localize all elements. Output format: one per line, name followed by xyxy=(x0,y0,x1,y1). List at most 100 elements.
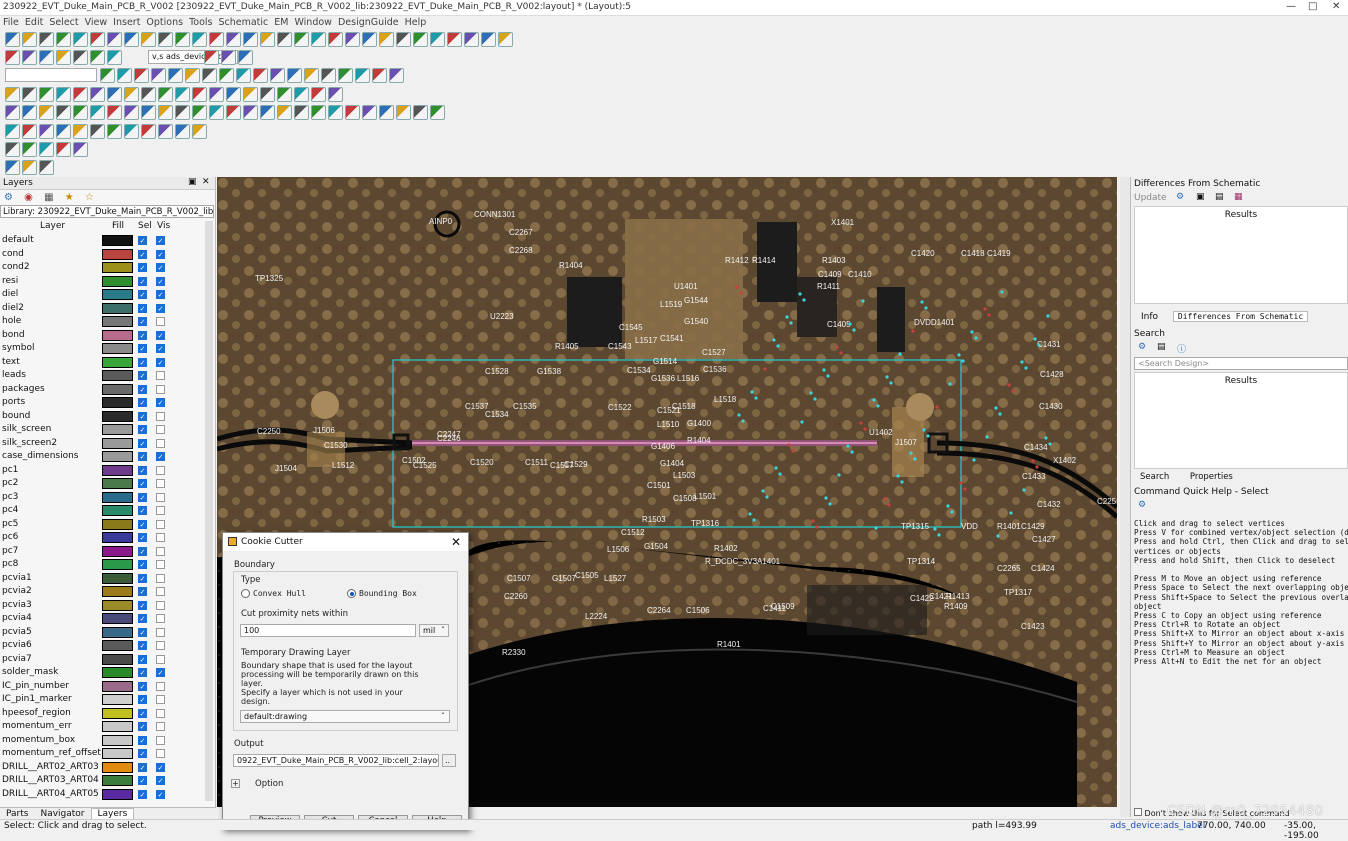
layer-fill-swatch[interactable] xyxy=(102,559,133,570)
layer-vis-checkbox[interactable] xyxy=(156,546,165,556)
layer-sel-checkbox[interactable]: ✓ xyxy=(138,708,147,718)
layer-row[interactable]: pc7 ✓ xyxy=(0,545,205,559)
layer-fill-swatch[interactable] xyxy=(102,437,133,449)
toolbar-tool-icon[interactable] xyxy=(355,68,370,83)
toolbar-tool-icon[interactable] xyxy=(5,32,20,47)
toolbar-tool-icon[interactable] xyxy=(90,105,105,120)
layer-fill-swatch[interactable] xyxy=(102,586,133,597)
layer-sel-checkbox[interactable]: ✓ xyxy=(138,614,147,623)
layer-vis-checkbox[interactable]: ✓ xyxy=(156,776,165,785)
library-select[interactable]: Library: 230922_EVT_Duke_Main_PCB_R_V002… xyxy=(0,205,214,218)
toolbar-tool-icon[interactable] xyxy=(5,160,20,175)
layer-sel-checkbox[interactable]: ✓ xyxy=(138,668,147,677)
toolbar-tool-icon[interactable] xyxy=(481,32,496,47)
layer-fill-swatch[interactable] xyxy=(102,289,133,300)
toolbar-tool-icon[interactable] xyxy=(175,87,190,102)
layer-fill-swatch[interactable] xyxy=(102,613,133,624)
layer-row[interactable]: case_dimensions ✓ ✓ xyxy=(0,450,205,464)
toolbar-tool-icon[interactable] xyxy=(124,32,139,47)
save-icon[interactable]: ▣ xyxy=(1196,192,1205,202)
layer-fill-swatch[interactable] xyxy=(102,748,133,759)
toolbar-tool-icon[interactable] xyxy=(39,160,54,175)
layer-row[interactable]: pcvia3 ✓ xyxy=(0,599,205,613)
toolbar-tool-icon[interactable] xyxy=(311,87,326,102)
layer-sel-checkbox[interactable]: ✓ xyxy=(138,290,147,299)
layer-sel-checkbox[interactable]: ✓ xyxy=(138,479,147,488)
layer-row[interactable]: leads ✓ xyxy=(0,369,205,383)
menu-edit[interactable]: Edit xyxy=(22,16,46,29)
layer-vis-checkbox[interactable] xyxy=(156,411,165,421)
layer-row[interactable]: bound ✓ xyxy=(0,410,205,424)
layer-vis-checkbox[interactable] xyxy=(156,708,165,718)
layer-fill-swatch[interactable] xyxy=(102,316,133,327)
layer-fill-swatch[interactable] xyxy=(102,667,133,678)
toolbar-tool-icon[interactable] xyxy=(107,87,122,102)
layer-sel-checkbox[interactable]: ✓ xyxy=(138,695,147,704)
toolbar-tool-icon[interactable] xyxy=(202,68,217,83)
layer-sel-checkbox[interactable]: ✓ xyxy=(138,506,147,515)
layer-fill-swatch[interactable] xyxy=(102,356,133,368)
layer-vis-checkbox[interactable] xyxy=(156,506,165,515)
layer-vis-checkbox[interactable]: ✓ xyxy=(156,357,165,367)
toolbar-tool-icon[interactable] xyxy=(158,87,173,102)
lock-icon[interactable]: ★ xyxy=(65,192,74,203)
toolbar-tool-icon[interactable] xyxy=(5,142,20,157)
layer-vis-checkbox[interactable] xyxy=(156,425,165,434)
layer-sel-checkbox[interactable]: ✓ xyxy=(138,546,147,556)
layer-vis-checkbox[interactable]: ✓ xyxy=(156,290,165,299)
tab-properties[interactable]: Properties xyxy=(1190,472,1233,482)
toolbar-tool-icon[interactable] xyxy=(204,50,219,65)
gear-icon[interactable]: ⚙ xyxy=(1176,192,1184,202)
layer-fill-swatch[interactable] xyxy=(102,464,133,476)
layer-fill-swatch[interactable] xyxy=(102,653,133,665)
checkbox-box[interactable] xyxy=(1134,808,1142,816)
tab-navigator[interactable]: Navigator xyxy=(34,809,90,819)
layer-fill-swatch[interactable] xyxy=(102,761,133,773)
layer-vis-checkbox[interactable] xyxy=(156,722,165,731)
layer-row[interactable]: pcvia6 ✓ xyxy=(0,639,205,653)
toolbar-tool-icon[interactable] xyxy=(100,68,115,83)
toolbar-tool-icon[interactable] xyxy=(294,32,309,47)
layer-sel-checkbox[interactable]: ✓ xyxy=(138,236,147,245)
menu-em[interactable]: EM xyxy=(271,16,291,29)
minimize-icon[interactable]: — xyxy=(1286,1,1296,12)
menu-designguide[interactable]: DesignGuide xyxy=(335,16,402,29)
layer-vis-checkbox[interactable]: ✓ xyxy=(156,330,165,340)
layer-vis-checkbox[interactable] xyxy=(156,681,165,691)
layer-row[interactable]: default ✓ ✓ xyxy=(0,234,205,248)
layer-vis-checkbox[interactable] xyxy=(156,749,165,758)
gear-icon[interactable]: ⚙ xyxy=(1138,342,1146,352)
tab-search[interactable]: Search xyxy=(1140,472,1169,482)
toolbar-tool-icon[interactable] xyxy=(117,68,132,83)
layer-row[interactable]: pc1 ✓ xyxy=(0,464,205,478)
proximity-input[interactable]: 100 xyxy=(240,624,416,637)
toolbar-tool-icon[interactable] xyxy=(124,124,139,139)
layer-fill-swatch[interactable] xyxy=(102,599,133,611)
browse-button[interactable]: .. xyxy=(442,754,456,767)
layer-row[interactable]: pc4 ✓ xyxy=(0,504,205,518)
layer-vis-checkbox[interactable] xyxy=(156,735,165,745)
toolbar-tool-icon[interactable] xyxy=(345,32,360,47)
toolbar-tool-icon[interactable] xyxy=(168,68,183,83)
layer-fill-swatch[interactable] xyxy=(102,707,133,719)
layer-vis-checkbox[interactable]: ✓ xyxy=(156,236,165,245)
layer-sel-checkbox[interactable]: ✓ xyxy=(138,681,147,691)
output-input[interactable]: 0922_EVT_Duke_Main_PCB_R_V002_lib:cell_2… xyxy=(233,754,439,767)
layer-fill-swatch[interactable] xyxy=(102,248,133,260)
toolbar-tool-icon[interactable] xyxy=(238,50,253,65)
layer-vis-checkbox[interactable] xyxy=(156,627,165,637)
layer-row[interactable]: solder_mask ✓ ✓ xyxy=(0,666,205,680)
toolbar-tool-icon[interactable] xyxy=(22,50,37,65)
toolbar-tool-icon[interactable] xyxy=(5,50,20,65)
layer-fill-swatch[interactable] xyxy=(102,410,133,422)
layer-row[interactable]: bond ✓ ✓ xyxy=(0,329,205,343)
layer-vis-checkbox[interactable] xyxy=(156,587,165,596)
layer-vis-checkbox[interactable] xyxy=(156,317,165,326)
layer-row[interactable]: cond ✓ ✓ xyxy=(0,248,205,262)
toolbar-tool-icon[interactable] xyxy=(39,87,54,102)
layer-fill-swatch[interactable] xyxy=(102,302,133,314)
layer-sel-checkbox[interactable]: ✓ xyxy=(138,560,147,569)
toolbar-tool-icon[interactable] xyxy=(328,32,343,47)
toolbar-tool-icon[interactable] xyxy=(90,50,105,65)
toolbar-tool-icon[interactable] xyxy=(226,105,241,120)
